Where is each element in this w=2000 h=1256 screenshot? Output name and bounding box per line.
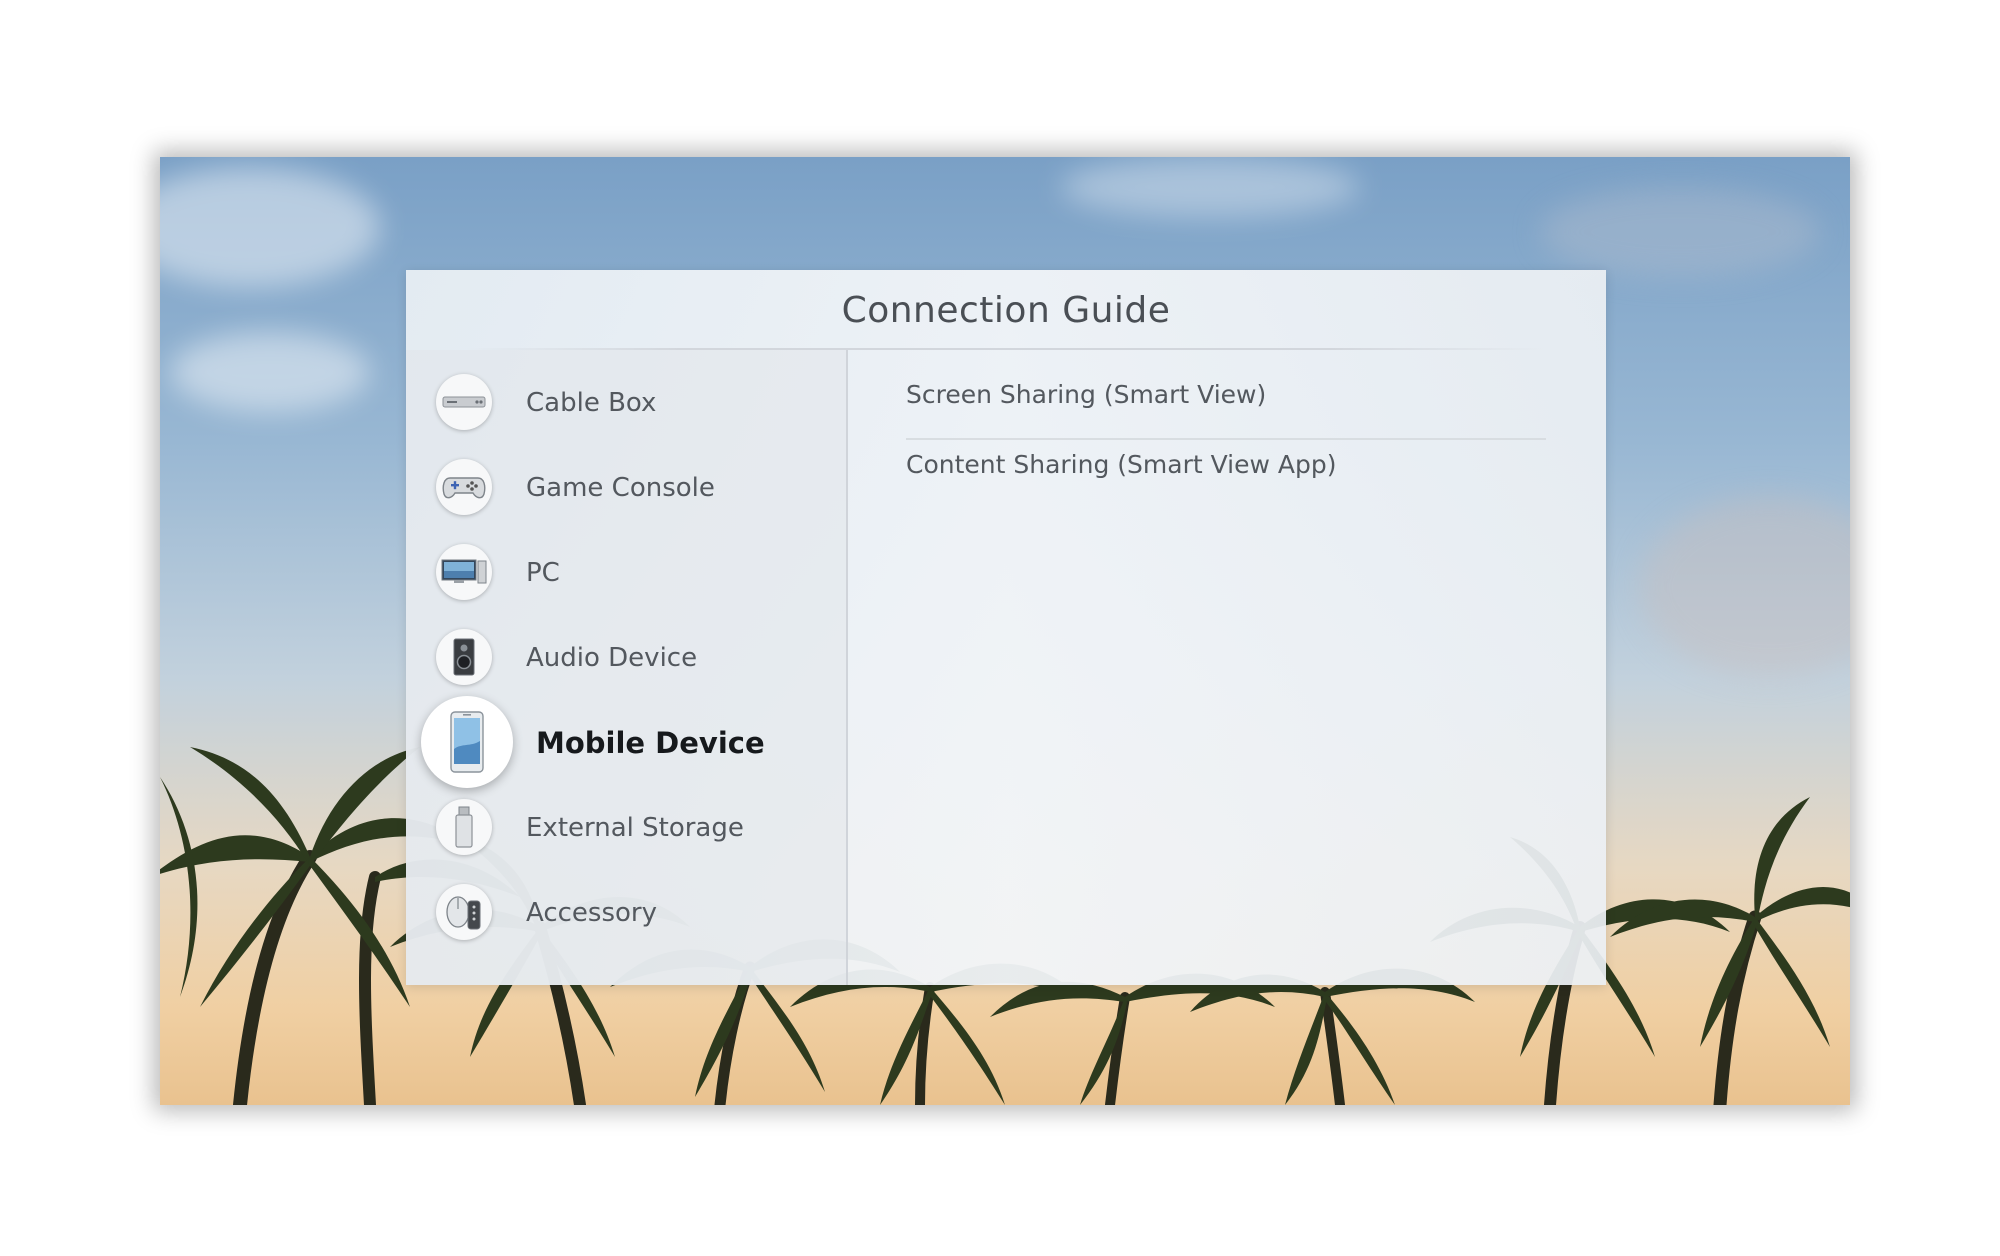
category-label: PC bbox=[526, 558, 560, 588]
dialog-header: Connection Guide bbox=[406, 270, 1606, 350]
category-label: Cable Box bbox=[526, 388, 657, 418]
category-item-audio-device[interactable]: Audio Device bbox=[406, 617, 846, 697]
category-label: Accessory bbox=[526, 898, 657, 928]
option-label: Content Sharing (Smart View App) bbox=[906, 450, 1337, 479]
category-label: Mobile Device bbox=[536, 726, 765, 760]
category-item-external-storage[interactable]: External Storage bbox=[406, 787, 846, 867]
mouse-remote-icon bbox=[436, 884, 492, 940]
connection-options-list: Screen Sharing (Smart View) Content Shar… bbox=[848, 350, 1606, 985]
connection-guide-dialog: Connection Guide Cable Box Game Console … bbox=[406, 270, 1606, 985]
category-label: External Storage bbox=[526, 813, 744, 843]
speaker-icon bbox=[436, 629, 492, 685]
option-content-sharing[interactable]: Content Sharing (Smart View App) bbox=[906, 432, 1546, 502]
cable-box-icon bbox=[436, 374, 492, 430]
game-controller-icon bbox=[436, 459, 492, 515]
option-label: Screen Sharing (Smart View) bbox=[906, 380, 1267, 409]
category-item-accessory[interactable]: Accessory bbox=[406, 872, 846, 952]
category-label: Game Console bbox=[526, 473, 715, 503]
smartphone-icon bbox=[421, 696, 513, 788]
tv-screen: Connection Guide Cable Box Game Console … bbox=[160, 157, 1850, 1105]
category-item-mobile-device[interactable]: Mobile Device bbox=[406, 696, 846, 788]
device-category-list: Cable Box Game Console PC Audio Device M… bbox=[406, 350, 848, 985]
category-item-game-console[interactable]: Game Console bbox=[406, 447, 846, 527]
category-item-pc[interactable]: PC bbox=[406, 532, 846, 612]
category-label: Audio Device bbox=[526, 643, 698, 673]
dialog-title: Connection Guide bbox=[841, 289, 1171, 331]
pc-monitor-icon bbox=[436, 544, 492, 600]
option-screen-sharing[interactable]: Screen Sharing (Smart View) bbox=[906, 362, 1546, 432]
usb-drive-icon bbox=[436, 799, 492, 855]
category-item-cable-box[interactable]: Cable Box bbox=[406, 362, 846, 442]
